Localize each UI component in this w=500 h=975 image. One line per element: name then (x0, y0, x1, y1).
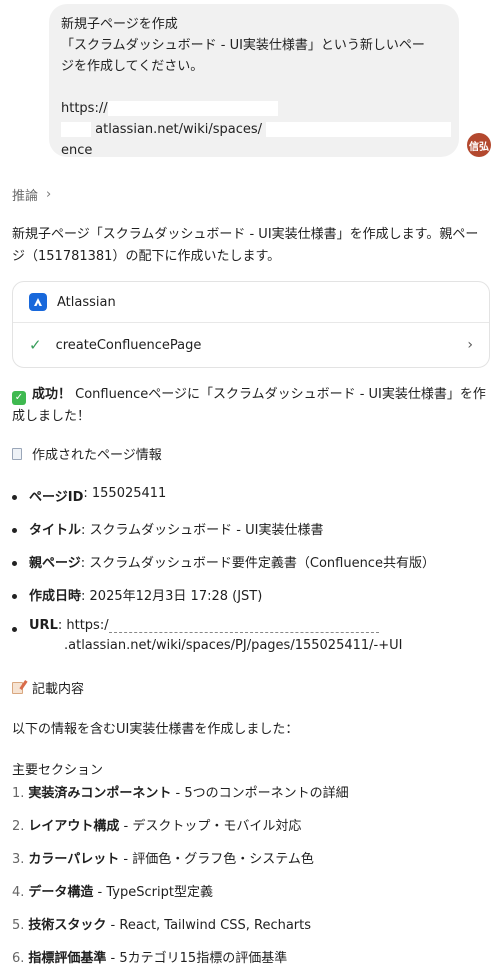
content-heading: 記載内容 (12, 679, 488, 701)
reasoning-label: 推論 (12, 189, 39, 204)
success-message: ✓ 成功！ Confluenceページに「スクラムダッシュボード - UI実装仕様… (12, 384, 488, 428)
list-item: 5. 技術スタック - React, Tailwind CSS, Recharts (12, 918, 312, 933)
tool-provider-header: Atlassian (13, 282, 489, 323)
info-heading: 作成されたページ情報 (12, 445, 488, 467)
sections-heading: 主要セクション (12, 763, 104, 778)
list-item: タイトル : スクラムダッシュボード - UI実装仕様書 (12, 519, 323, 538)
tool-action-name: createConfluencePage (55, 337, 202, 353)
user-message-line: 「スクラムダッシュボード - UI実装仕様書」という新しいペー (61, 38, 425, 53)
chevron-right-icon: › (467, 337, 473, 353)
redaction (29, 638, 64, 653)
success-label: 成功！ (32, 387, 72, 402)
user-message-url-line: ence (61, 143, 93, 158)
field-label: URL (29, 618, 58, 633)
user-message-line: ジを作成してください。 (61, 59, 204, 74)
url-link[interactable]: : https:/ (58, 618, 109, 633)
list-item: 1. 実装済みコンポーネント - 5つのコンポーネントの詳細 (12, 786, 349, 801)
field-label: ページID (29, 490, 84, 505)
info-heading-text: 作成されたページ情報 (32, 448, 162, 463)
tool-provider-name: Atlassian (57, 294, 116, 310)
url-text: atlassian.net/wiki/spaces/ (95, 122, 263, 137)
field-label: タイトル (29, 523, 82, 538)
list-item: 親ページ : スクラムダッシュボード要件定義書（Confluence共有版） (12, 552, 435, 571)
document-icon (12, 448, 22, 460)
field-value: : スクラムダッシュボード要件定義書（Confluence共有版） (80, 556, 435, 571)
url-text: https:// (61, 101, 108, 116)
redaction (266, 122, 452, 137)
content-heading-text: 記載内容 (32, 682, 85, 697)
assistant-intro-text: 新規子ページ「スクラムダッシュボード - UI実装仕様書」を作成します。親ページ… (12, 227, 479, 264)
user-message-bubble: 新規子ページを作成 「スクラムダッシュボード - UI実装仕様書」という新しいペ… (49, 4, 459, 158)
content-intro: 以下の情報を含むUI実装仕様書を作成しました： (12, 722, 299, 737)
user-message-url-line: https:// (61, 98, 447, 119)
field-value: : スクラムダッシュボード - UI実装仕様書 (81, 523, 324, 538)
url-link[interactable]: .atlassian.net/wiki/spaces/PJ/pages/1550… (64, 638, 402, 653)
success-text: Confluenceページに「スクラムダッシュボード - UI実装仕様書」を作成… (12, 387, 486, 424)
chevron-right-icon: › (46, 187, 52, 202)
list-item: 6. 指標評価基準 - 5カテゴリ15指標の評価基準 (12, 951, 288, 966)
list-item: 作成日時 : 2025年12月3日 17:28 (JST) (12, 585, 262, 604)
check-icon: ✓ (29, 336, 42, 354)
list-item: 3. カラーパレット - 評価色・グラフ色・システム色 (12, 852, 314, 867)
field-value: : 155025411 (83, 486, 167, 501)
avatar[interactable]: 信弘 (467, 133, 491, 157)
reasoning-toggle[interactable]: 推論 › (12, 185, 51, 204)
tool-call-card: Atlassian ✓ createConfluencePage › (12, 281, 490, 368)
redaction (107, 101, 278, 116)
url-continuation[interactable]: .atlassian.net/wiki/spaces/PJ/pages/1550… (29, 638, 402, 653)
field-label: 親ページ (29, 556, 81, 571)
list-item: URL : https:/ (12, 618, 379, 633)
field-value: : 2025年12月3日 17:28 (JST) (81, 589, 263, 604)
list-item: 2. レイアウト構成 - デスクトップ・モバイル対応 (12, 819, 302, 834)
redaction (108, 618, 379, 633)
avatar-label: 信弘 (469, 141, 489, 153)
list-item: ページID : 155025411 (12, 486, 166, 505)
user-message-line: 新規子ページを作成 (61, 17, 178, 32)
user-message-url-line: atlassian.net/wiki/spaces/ (61, 119, 452, 140)
field-label: 作成日時 (29, 589, 82, 604)
atlassian-logo-icon (29, 293, 47, 311)
success-check-icon: ✓ (12, 391, 26, 405)
list-item: 4. データ構造 - TypeScript型定義 (12, 885, 213, 900)
tool-call-row[interactable]: ✓ createConfluencePage › (13, 323, 489, 367)
memo-icon (12, 682, 23, 694)
redaction (61, 122, 91, 137)
